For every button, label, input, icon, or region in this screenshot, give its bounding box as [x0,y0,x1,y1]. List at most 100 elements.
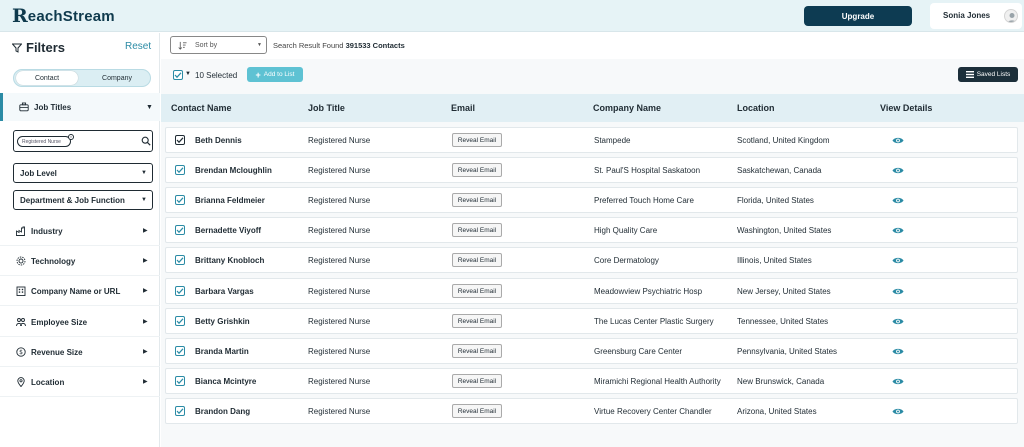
contact-name[interactable]: Barbara Vargas [195,287,254,296]
add-to-list-button[interactable]: + Add to List [247,67,303,82]
contact-name[interactable]: Beth Dennis [195,136,242,145]
reveal-email-button[interactable]: Reveal Email [452,344,502,358]
logo-initial: R [12,5,28,27]
table-row[interactable]: Barbara Vargas Registered Nurse Reveal Ema… [165,278,1018,304]
reveal-email-button[interactable]: Reveal Email [452,253,502,267]
reveal-email-button[interactable]: Reveal Email [452,404,502,418]
select-all-checkbox[interactable] [173,70,183,80]
row-checkbox[interactable] [175,316,185,326]
job-title: Registered Nurse [308,256,371,265]
table-row[interactable]: Brandon Dang Registered Nurse Reveal Email… [165,398,1018,424]
eye-icon[interactable] [892,407,904,416]
location: New Brunswick, Canada [737,377,825,386]
row-checkbox[interactable] [175,195,185,205]
location: Tennessee, United States [737,317,829,326]
reveal-email-button[interactable]: Reveal Email [452,374,502,388]
filter-location[interactable]: Location ▶ [0,367,160,397]
add-to-list-label: Add to List [263,71,295,78]
saved-lists-button[interactable]: Saved Lists [958,67,1018,82]
logo[interactable]: R eachStream [12,6,115,26]
row-checkbox[interactable] [175,376,185,386]
toggle-company[interactable]: Company [86,71,148,85]
eye-icon[interactable] [892,196,904,205]
user-avatar-icon [1007,13,1017,22]
contact-name[interactable]: Brittany Knobloch [195,256,264,265]
eye-icon[interactable] [892,136,904,145]
job-title-search-input[interactable]: Registered Nurse × [13,130,153,152]
department-select[interactable]: Department & Job Function ▼ [13,190,153,210]
bulk-action-bar: ▼ 10 Selected + Add to List Saved Lists [161,63,1024,87]
contact-name[interactable]: Brendan Mcloughlin [195,166,272,175]
row-checkbox[interactable] [175,165,185,175]
building-icon [16,286,26,296]
company-name: The Lucas Center Plastic Surgery [594,317,714,326]
sort-by-label: Sort by [195,41,218,49]
eye-icon[interactable] [892,377,904,386]
table-row[interactable]: Betty Grishkin Registered Nurse Reveal Ema… [165,308,1018,334]
job-level-select[interactable]: Job Level ▼ [13,163,153,183]
reveal-email-button[interactable]: Reveal Email [452,223,502,237]
select-menu-caret-icon[interactable]: ▼ [185,71,191,77]
row-checkbox[interactable] [175,346,185,356]
contact-name[interactable]: Betty Grishkin [195,317,250,326]
contact-name[interactable]: Brianna Feldmeier [195,196,265,205]
sidebar-item-label: Employee Size [31,318,88,327]
contact-name[interactable]: Bianca Mcintyre [195,377,256,386]
eye-icon[interactable] [892,226,904,235]
filter-employee-size[interactable]: Employee Size ▶ [0,307,160,337]
table-row[interactable]: Bianca Mcintyre Registered Nurse Reveal Em… [165,368,1018,394]
toggle-contact[interactable]: Contact [16,71,78,85]
user-menu[interactable]: Sonia Jones [930,3,1022,29]
table-row[interactable]: Brendan Mcloughlin Registered Nurse Reveal… [165,157,1018,183]
eye-icon[interactable] [892,287,904,296]
avatar[interactable] [1004,9,1018,23]
table-row[interactable]: Bernadette Viyoff Registered Nurse Reveal … [165,217,1018,243]
job-title: Registered Nurse [308,407,371,416]
filter-technology[interactable]: Technology ▶ [0,246,160,276]
reveal-email-button[interactable]: Reveal Email [452,193,502,207]
search-icon[interactable] [141,136,151,146]
job-title: Registered Nurse [308,377,371,386]
table-row[interactable]: Branda Martin Registered Nurse Reveal Emai… [165,338,1018,364]
department-label: Department & Job Function [20,195,125,205]
row-checkbox[interactable] [175,286,185,296]
filter-company-name[interactable]: Company Name or URL ▶ [0,276,160,306]
row-checkbox[interactable] [175,135,185,145]
contact-name[interactable]: Brandon Dang [195,407,250,416]
check-icon [176,227,184,234]
reveal-email-button[interactable]: Reveal Email [452,284,502,298]
eye-icon[interactable] [892,166,904,175]
reveal-email-button[interactable]: Reveal Email [452,314,502,328]
list-icon [965,71,974,78]
reset-button[interactable]: Reset [125,41,151,52]
contact-name[interactable]: Bernadette Viyoff [195,226,261,235]
location: New Jersey, United States [737,287,831,296]
row-checkbox[interactable] [175,406,185,416]
filters-sidebar: Filters Reset Contact Company Job Titles… [0,33,160,447]
selected-job-title-tag[interactable]: Registered Nurse × [17,134,74,147]
eye-icon[interactable] [892,256,904,265]
location: Washington, United States [737,226,832,235]
contact-name[interactable]: Branda Martin [195,347,249,356]
filter-industry[interactable]: Industry ▶ [0,216,160,246]
caret-down-icon: ▼ [146,103,153,111]
table-row[interactable]: Brittany Knobloch Registered Nurse Reveal … [165,247,1018,273]
eye-icon[interactable] [892,347,904,356]
table-row[interactable]: Beth Dennis Registered Nurse Reveal Email S… [165,127,1018,153]
sort-by-select[interactable]: Sort by ▼ [170,36,267,54]
check-icon [176,378,184,385]
reveal-email-button[interactable]: Reveal Email [452,163,502,177]
row-checkbox[interactable] [175,225,185,235]
check-icon [176,288,184,295]
tag-remove-icon[interactable]: × [68,134,74,140]
reveal-email-button[interactable]: Reveal Email [452,133,502,147]
company-name: High Quality Care [594,226,658,235]
row-checkbox[interactable] [175,255,185,265]
table-row[interactable]: Brianna Feldmeier Registered Nurse Reveal … [165,187,1018,213]
filter-job-titles[interactable]: Job Titles ▼ [0,93,160,121]
caret-right-icon: ▶ [143,228,148,234]
job-level-label: Job Level [20,168,57,178]
upgrade-button[interactable]: Upgrade [804,6,912,26]
eye-icon[interactable] [892,317,904,326]
filter-revenue-size[interactable]: $ Revenue Size ▶ [0,337,160,367]
